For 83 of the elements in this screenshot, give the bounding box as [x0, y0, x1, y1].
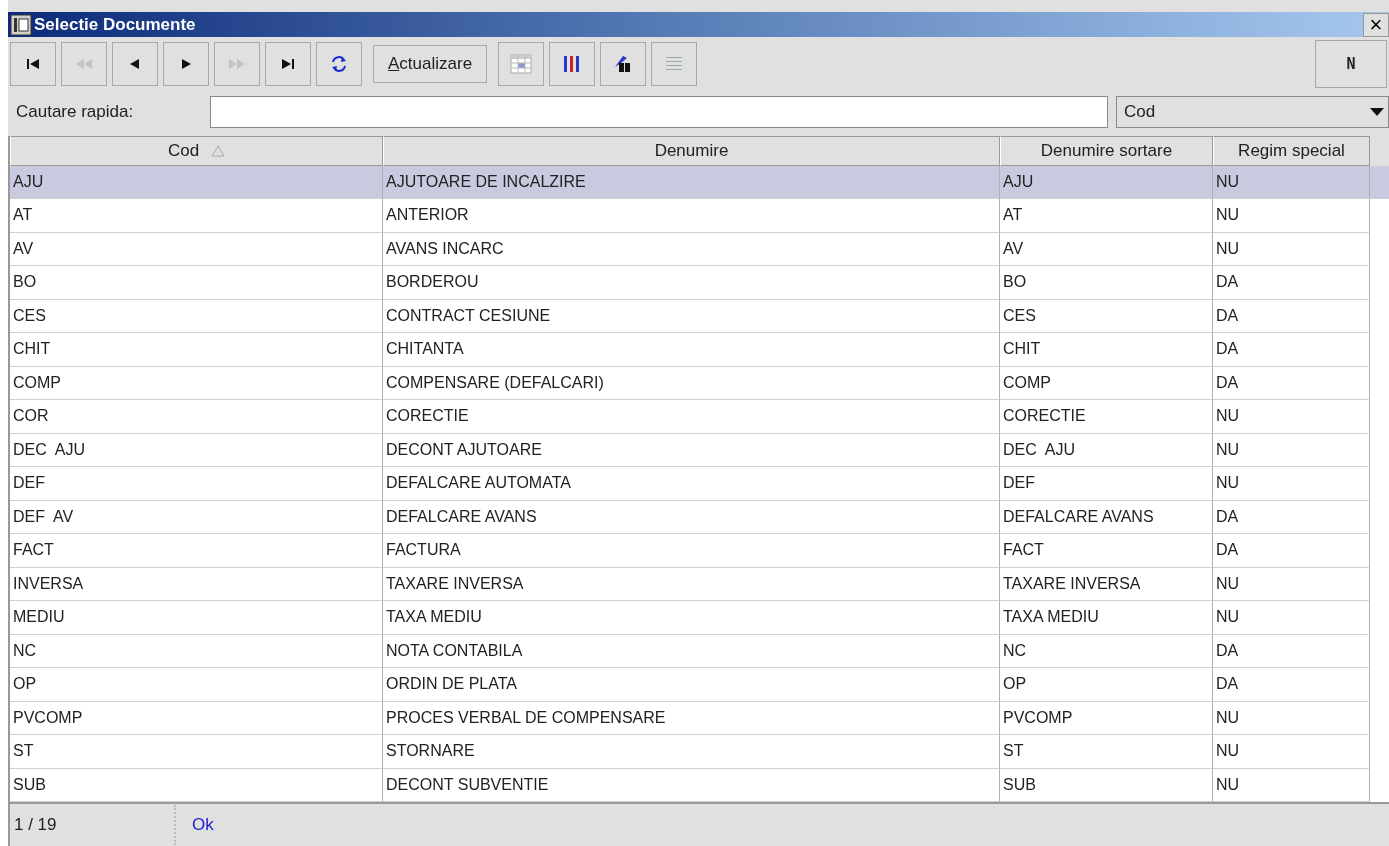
- table-row[interactable]: AT ANTERIOR AT NU: [10, 199, 1389, 233]
- previous-button[interactable]: [112, 42, 158, 87]
- table-cell: DA: [1213, 333, 1370, 367]
- table-cell: SUB: [1000, 768, 1213, 803]
- table-cell: AT: [1000, 199, 1213, 233]
- table-cell: NU: [1213, 601, 1370, 635]
- table-row[interactable]: FACT FACTURA FACT DA: [10, 534, 1389, 568]
- table-cell: STORNARE: [383, 735, 1000, 769]
- table-row[interactable]: COMP COMPENSARE (DEFALCARI) COMP DA: [10, 366, 1389, 401]
- table-cell: CHITANTA: [383, 333, 1000, 367]
- table-cell: CHIT: [10, 333, 383, 367]
- first-button[interactable]: [10, 42, 56, 87]
- table-row[interactable]: OP ORDIN DE PLATA OP DA: [10, 668, 1389, 702]
- record-position: 1 / 19: [13, 815, 58, 836]
- refresh-data-button[interactable]: Actualizare: [373, 45, 488, 84]
- table-row[interactable]: DEC AJU DECONT AJUTOARE DEC AJU NU: [10, 433, 1389, 468]
- last-button[interactable]: [265, 42, 311, 87]
- filter-button[interactable]: [600, 42, 647, 87]
- table-row[interactable]: CES CONTRACT CESIUNE CES DA: [10, 299, 1389, 334]
- table-row[interactable]: SUB DECONT SUBVENTIE SUB NU: [10, 768, 1389, 803]
- window-icon: [10, 13, 32, 36]
- table-cell: DA: [1213, 668, 1370, 702]
- sort-ascending-icon: [211, 144, 226, 157]
- table-row[interactable]: BO BORDEROU BO DA: [10, 266, 1389, 300]
- status-message: Ok: [192, 815, 214, 836]
- table-cell: CHIT: [1000, 333, 1213, 367]
- table-cell: ST: [10, 735, 383, 769]
- table-cell: AT: [10, 199, 383, 233]
- table-cell: DEF: [10, 467, 383, 501]
- column-header[interactable]: Regim special: [1213, 135, 1370, 166]
- table-cell: DA: [1213, 534, 1370, 568]
- table-cell: NU: [1213, 400, 1370, 434]
- table-row[interactable]: AJU AJUTOARE DE INCALZIRE AJU NU: [10, 165, 1389, 200]
- table-cell: CORECTIE: [1000, 400, 1213, 434]
- table-cell: BO: [1000, 266, 1213, 300]
- search-column-dropdown[interactable]: Cod: [1116, 95, 1389, 128]
- table-row[interactable]: INVERSA TAXARE INVERSA TAXARE INVERSA NU: [10, 567, 1389, 602]
- search-field[interactable]: [210, 95, 1108, 128]
- table-cell: BO: [10, 266, 383, 300]
- table-cell: TAXA MEDIU: [1000, 601, 1213, 635]
- table-cell: NU: [1213, 768, 1370, 803]
- table-row[interactable]: DEF DEFALCARE AUTOMATA DEF NU: [10, 467, 1389, 501]
- table-row[interactable]: CHIT CHITANTA CHIT DA: [10, 333, 1389, 367]
- table-cell: ANTERIOR: [383, 199, 1000, 233]
- n-button[interactable]: N: [1315, 40, 1387, 89]
- table-cell: NU: [1213, 467, 1370, 501]
- table-row[interactable]: MEDIU TAXA MEDIU TAXA MEDIU NU: [10, 601, 1389, 635]
- table-cell: BORDEROU: [383, 266, 1000, 300]
- table-row[interactable]: PVCOMP PROCES VERBAL DE COMPENSARE PVCOMP NU: [10, 701, 1389, 736]
- table-cell: CORECTIE: [383, 400, 1000, 434]
- next-button[interactable]: [163, 42, 209, 87]
- table-row[interactable]: COR CORECTIE CORECTIE NU: [10, 400, 1389, 434]
- table-row[interactable]: NC NOTA CONTABILA NC DA: [10, 634, 1389, 669]
- table-cell: ST: [1000, 735, 1213, 769]
- search-label: Cautare rapida:: [15, 101, 135, 122]
- table-cell: FACT: [10, 534, 383, 568]
- table-cell: DEFALCARE AUTOMATA: [383, 467, 1000, 501]
- table-cell: TAXA MEDIU: [383, 601, 1000, 635]
- table-cell: ORDIN DE PLATA: [383, 668, 1000, 702]
- table-row[interactable]: DEF AV DEFALCARE AVANS DEFALCARE AVANS DA: [10, 500, 1389, 535]
- table-cell: OP: [10, 668, 383, 702]
- grid-icon: [509, 53, 534, 76]
- table-cell: OP: [1000, 668, 1213, 702]
- column-header[interactable]: Denumire: [383, 135, 1000, 166]
- close-button[interactable]: ×: [1363, 12, 1389, 37]
- table-row[interactable]: AV AVANS INCARC AV NU: [10, 232, 1389, 267]
- sort-button[interactable]: [549, 42, 596, 87]
- dropdown-arrow-icon: [1370, 106, 1384, 117]
- table-cell: COR: [10, 400, 383, 434]
- table-cell: SUB: [10, 768, 383, 803]
- table-cell: DECONT SUBVENTIE: [383, 768, 1000, 803]
- column-header[interactable]: Cod: [10, 135, 383, 166]
- table-cell: DA: [1213, 266, 1370, 300]
- table-cell: NU: [1213, 735, 1370, 769]
- table-cell: NU: [1213, 199, 1370, 233]
- table-cell: MEDIU: [10, 601, 383, 635]
- refresh-button[interactable]: [316, 42, 362, 87]
- table-cell: FACT: [1000, 534, 1213, 568]
- table-cell: DEF: [1000, 467, 1213, 501]
- window-title: Selectie Documente: [34, 14, 197, 35]
- column-header[interactable]: Denumire sortare: [1000, 135, 1213, 166]
- table-row[interactable]: ST STORNARE ST NU: [10, 735, 1389, 769]
- table-cell: FACTURA: [383, 534, 1000, 568]
